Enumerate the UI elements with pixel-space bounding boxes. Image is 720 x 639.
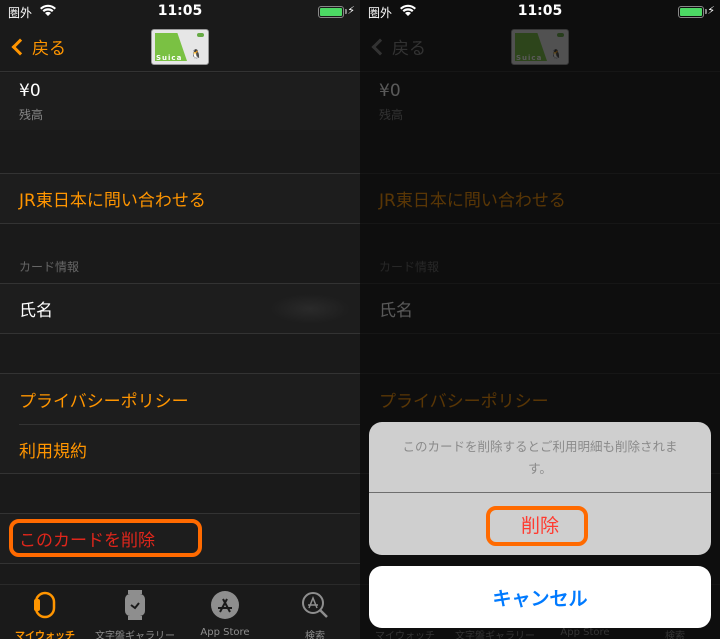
settings-screen: 圏外 11:05 ⚡ 戻る Suica 🐧 ¥0 残高 JR東日本に問い合わせる… (0, 0, 360, 639)
status-bar: 圏外 11:05 ⚡ (360, 0, 720, 24)
tab-bar: マイウォッチ 文字盤ギャラリー App Store 検索 (0, 584, 360, 639)
back-button[interactable]: 戻る (10, 34, 66, 59)
suica-card-thumbnail: Suica 🐧 (151, 29, 209, 65)
app-store-icon (180, 589, 270, 621)
tab-app-store[interactable]: App Store (180, 589, 270, 638)
cancel-button[interactable]: キャンセル (369, 566, 711, 628)
delete-confirmation-screen: 戻る Suica 🐧 ¥0 残高 JR東日本に問い合わせる カード情報 氏名 プ… (360, 0, 720, 639)
search-icon (270, 589, 360, 621)
clock: 11:05 (517, 3, 563, 19)
tab-face-gallery[interactable]: 文字盤ギャラリー (90, 589, 180, 639)
contact-label: JR東日本に問い合わせる (19, 191, 206, 211)
battery-icon (678, 6, 704, 18)
card-info-section-header: カード情報 (0, 258, 360, 276)
tab-label: 検索 (305, 631, 325, 639)
battery-icon (318, 6, 344, 18)
balance-label: 残高 (19, 108, 44, 122)
tab-label: 文字盤ギャラリー (95, 631, 175, 639)
name-label: 氏名 (19, 301, 53, 321)
status-bar: 圏外 11:05 ⚡ (0, 0, 360, 24)
back-label: 戻る (32, 39, 66, 59)
privacy-label: プライバシーポリシー (19, 391, 189, 412)
card-chip-icon (197, 33, 204, 37)
chevron-left-icon (11, 38, 29, 55)
contact-jr-east-link[interactable]: JR東日本に問い合わせる (0, 173, 360, 224)
watch-band-icon (0, 589, 90, 621)
cancel-label: キャンセル (492, 587, 588, 610)
tab-label: App Store (200, 627, 250, 638)
penguin-icon: 🐧 (190, 50, 202, 60)
name-row: 氏名 (0, 283, 360, 334)
legal-links-group: プライバシーポリシー 利用規約 (0, 373, 360, 474)
tab-search[interactable]: 検索 (270, 589, 360, 639)
highlight-box (9, 519, 202, 557)
tab-label: マイウォッチ (15, 631, 75, 639)
row-divider (19, 424, 360, 425)
clock: 11:05 (157, 3, 203, 19)
watch-face-icon (90, 589, 180, 621)
tab-my-watch[interactable]: マイウォッチ (0, 589, 90, 639)
terms-link[interactable]: 利用規約 (0, 424, 360, 474)
redacted-name-value (270, 294, 350, 324)
balance-row: ¥0 残高 (0, 73, 360, 130)
highlight-box (486, 506, 588, 546)
action-sheet-message: このカードを削除するとご利用明細も削除されます。 (402, 439, 678, 476)
charging-bolt-icon: ⚡ (347, 4, 355, 17)
charging-bolt-icon: ⚡ (707, 4, 715, 17)
card-brand-label: Suica (156, 54, 183, 62)
terms-label: 利用規約 (19, 441, 87, 462)
privacy-policy-link[interactable]: プライバシーポリシー (0, 374, 360, 424)
balance-amount: ¥0 (19, 81, 41, 101)
card-info-title: カード情報 (19, 260, 80, 274)
